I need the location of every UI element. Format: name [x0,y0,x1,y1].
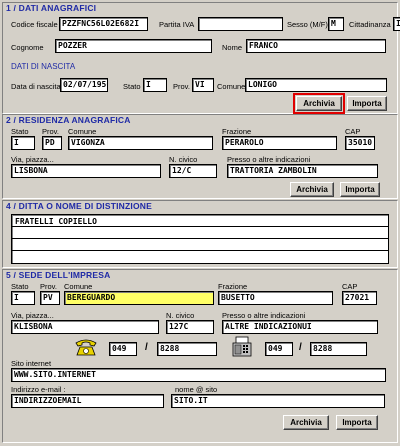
comune-field[interactable]: VIGONZA [68,136,213,150]
section-sede-impresa: 5 / SEDE DELL'IMPRESA Stato I Prov. PV C… [2,269,398,443]
section-dati-anagrafici: 1 / DATI ANAGRAFICI Codice fiscale PZZFN… [2,2,400,114]
importa-button[interactable]: Importa [336,415,378,430]
sito-label: Sito internet [11,359,52,368]
data-nascita-field[interactable]: 02/07/1956 [60,78,108,92]
sito-field[interactable]: WWW.SITO.INTERNET [11,368,386,382]
cap-field[interactable]: 35010 [345,136,375,150]
frazione-label: Frazione [218,282,248,291]
phone-separator: / [145,342,148,353]
prov-field[interactable]: PV [40,291,60,305]
civico-label: N. civico [166,311,195,320]
stato-field[interactable]: I [11,136,35,150]
stato-field[interactable]: I [11,291,35,305]
partita-iva-label: Partita IVA [159,20,195,29]
partita-iva-field[interactable] [198,17,283,31]
codice-fiscale-label: Codice fiscale [11,20,58,29]
comune-nascita-field[interactable]: LONIGO [245,78,387,92]
data-nascita-label: Data di nascita [11,82,61,91]
phone-prefix-field[interactable]: 049 [109,342,137,356]
section-title: 4 / DITTA O NOME DI DISTINZIONE [6,201,152,211]
frazione-field[interactable]: BUSETTO [218,291,333,305]
sesso-field[interactable]: M [328,17,344,31]
fax-separator: / [299,342,302,353]
nome-label: Nome [222,43,243,52]
stato-nascita-label: Stato [123,82,141,91]
section-ditta: 4 / DITTA O NOME DI DISTINZIONE FRATELLI… [2,200,398,268]
comune-nascita-label: Comune [217,82,246,91]
prov-field[interactable]: PD [42,136,62,150]
row-divider [12,238,388,239]
fax-prefix-field[interactable]: 049 [265,342,293,356]
cap-label: CAP [345,127,361,136]
prov-label: Prov. [42,127,59,136]
civico-label: N. civico [169,155,198,164]
via-label: Via, piazza... [11,155,54,164]
email-label: Indirizzo e-mail : [11,385,66,394]
cognome-field[interactable]: POZZER [55,39,212,53]
section-residenza-anagrafica: 2 / RESIDENZA ANAGRAFICA Stato I Prov. P… [2,114,398,199]
nome-sito-label: nome @ sito [175,385,218,394]
via-field[interactable]: LISBONA [11,164,161,178]
comune-label: Comune [68,127,97,136]
sesso-label: Sesso (M/F) [287,20,328,29]
ditta-textarea[interactable]: FRATELLI COPIELLO [11,214,389,264]
nome-field[interactable]: FRANCO [246,39,386,53]
row-divider [12,250,388,251]
presso-field[interactable]: ALTRE INDICAZIONUI [222,320,378,334]
archivia-button[interactable]: Archivia [290,182,334,197]
stato-label: Stato [11,282,29,291]
civico-field[interactable]: 12/C [169,164,217,178]
comune-label: Comune [64,282,93,291]
fax-number-field[interactable]: 8288 [310,342,367,356]
presso-label: Presso o altre indicazioni [222,311,306,320]
prov-nascita-field[interactable]: VI [192,78,214,92]
section-title: 2 / RESIDENZA ANAGRAFICA [6,115,131,125]
importa-button[interactable]: Importa [347,96,387,111]
prov-nascita-label: Prov. [173,82,190,91]
via-label: Via, piazza... [11,311,54,320]
comune-field[interactable]: BEREGUARDO [64,291,214,305]
cap-field[interactable]: 27021 [342,291,377,305]
fax-icon [231,336,253,358]
dati-nascita-title: DATI DI NASCITA [11,62,76,71]
phone-number-field[interactable]: 8288 [157,342,217,356]
section-title: 5 / SEDE DELL'IMPRESA [6,270,111,280]
cittadinanza-label: Cittadinanza [349,20,391,29]
frazione-label: Frazione [222,127,252,136]
presso-label: Presso o altre indicazioni [227,155,311,164]
email-field[interactable]: INDIRIZZOEMAIL [11,394,164,408]
civico-field[interactable]: 127C [166,320,214,334]
importa-button[interactable]: Importa [340,182,380,197]
presso-field[interactable]: TRATTORIA ZAMBOLIN [227,164,378,178]
codice-fiscale-field[interactable]: PZZFNC56L02E682I [59,17,148,31]
cognome-label: Cognome [11,43,44,52]
stato-nascita-field[interactable]: I [143,78,167,92]
frazione-field[interactable]: PERAROLO [222,136,337,150]
telephone-icon [73,337,99,357]
archivia-button[interactable]: Archivia [293,93,345,114]
stato-label: Stato [11,127,29,136]
section-title: 1 / DATI ANAGRAFICI [6,3,97,13]
cittadinanza-field[interactable]: I [393,17,400,31]
prov-label: Prov. [40,282,57,291]
via-field[interactable]: KLISBONA [11,320,159,334]
nome-sito-field[interactable]: SITO.IT [171,394,385,408]
archivia-button[interactable]: Archivia [283,415,329,430]
row-divider [12,226,388,227]
cap-label: CAP [342,282,358,291]
